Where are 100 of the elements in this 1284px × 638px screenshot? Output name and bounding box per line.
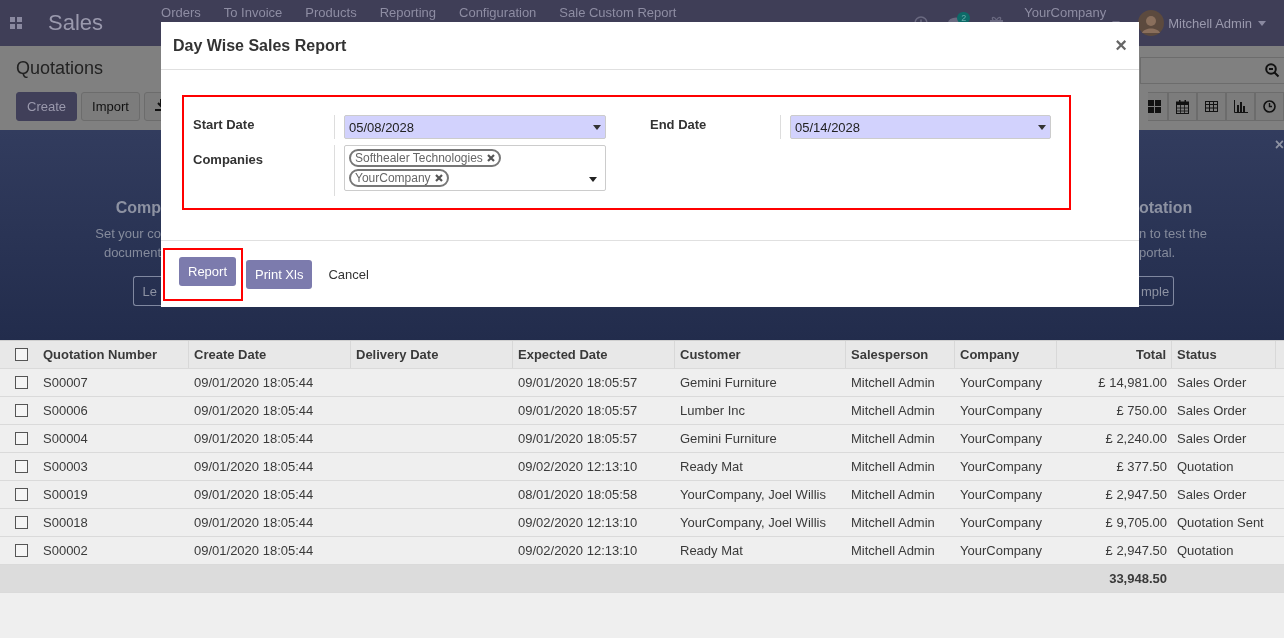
table-cell-text: £ 750.00 <box>1115 402 1168 420</box>
table-cell-text: Gemini Furniture <box>679 374 778 392</box>
dialog-button[interactable]: Print Xls <box>246 259 313 289</box>
table-cell-text: 09/01/2020 18:05:57 <box>517 402 639 420</box>
create-button[interactable]: Create <box>16 92 78 121</box>
total-sum: 33,948.50 <box>1108 570 1168 588</box>
field-label: Companies <box>184 145 335 196</box>
menu-item[interactable]: Orders <box>161 5 201 20</box>
caret-icon <box>589 177 597 182</box>
table-cell-text: Sales Order <box>1176 430 1248 448</box>
table-cell-text: S00006 <box>42 402 89 420</box>
menu-item[interactable]: To Invoice <box>223 5 283 20</box>
table-cell-text: 09/01/2020 18:05:57 <box>517 374 639 392</box>
import-button[interactable]: Import <box>81 92 140 121</box>
company-switcher[interactable]: YourCompany <box>1024 5 1107 20</box>
row-checkbox[interactable] <box>15 516 28 529</box>
select-all-checkbox[interactable] <box>15 348 28 361</box>
table-cell-text: 09/02/2020 12:13:10 <box>517 514 639 532</box>
table-cell-text: YourCompany <box>959 458 1043 476</box>
calendar-view-button[interactable] <box>1168 92 1197 121</box>
menu-item[interactable]: Sale Custom Report <box>559 5 677 20</box>
menu-item[interactable]: Products <box>305 5 357 20</box>
companies-field[interactable]: Softhealer Technologies YourCompany <box>344 145 606 191</box>
table-cell-text: S00003 <box>42 458 89 476</box>
column-header[interactable]: Status <box>1172 341 1276 368</box>
company-tag[interactable]: YourCompany <box>349 169 449 187</box>
column-header[interactable]: Salesperson <box>846 341 955 368</box>
search-icon[interactable] <box>1265 63 1280 78</box>
column-header[interactable]: Company <box>955 341 1057 368</box>
table-cell-text: 09/01/2020 18:05:44 <box>193 542 315 560</box>
table-cell-text: £ 377.50 <box>1115 458 1168 476</box>
message-count-badge: 2 <box>957 11 971 24</box>
table-cell-text: £ 2,240.00 <box>1104 430 1168 448</box>
user-menu[interactable]: Mitchell Admin <box>1168 15 1252 31</box>
column-header[interactable]: Customer <box>675 341 846 368</box>
table-cell-text: 09/01/2020 18:05:44 <box>193 430 315 448</box>
table-cell-text: 09/01/2020 18:05:44 <box>193 374 315 392</box>
table-cell-text: Ready Mat <box>679 542 744 560</box>
table-cell-text: Gemini Furniture <box>679 430 778 448</box>
table-icon <box>1205 101 1218 112</box>
row-checkbox[interactable] <box>15 376 28 389</box>
table-cell-text: 09/01/2020 18:05:44 <box>193 402 315 420</box>
row-checkbox[interactable] <box>15 488 28 501</box>
app-title: Sales <box>48 10 104 36</box>
clock-icon <box>1263 100 1276 113</box>
column-header[interactable]: Delivery Date <box>351 341 513 368</box>
field-label: Start Date <box>184 115 335 139</box>
table-cell-text: S00007 <box>42 374 89 392</box>
table-cell-text: 09/01/2020 18:05:44 <box>193 458 315 476</box>
table-cell-text: YourCompany <box>959 514 1043 532</box>
remove-icon[interactable] <box>486 154 495 162</box>
table-cell-text: YourCompany <box>959 542 1043 560</box>
table-cell-text: Mitchell Admin <box>850 402 936 420</box>
table-cell-text: 09/01/2020 18:05:44 <box>193 514 315 532</box>
menu-item[interactable]: Configuration <box>459 5 537 20</box>
step-description: n to test the <box>1139 225 1207 243</box>
apps-grid-icon[interactable] <box>10 17 22 29</box>
table-cell-text: 09/02/2020 12:13:10 <box>517 458 639 476</box>
table-cell-text: Sales Order <box>1176 486 1248 504</box>
dialog-title: Day Wise Sales Report <box>173 36 347 55</box>
table-cell-text: Mitchell Admin <box>850 514 936 532</box>
step-title: otation <box>1139 199 1193 218</box>
chart-view-button[interactable] <box>1226 92 1255 121</box>
row-checkbox[interactable] <box>15 460 28 473</box>
table-cell-text: Sales Order <box>1176 402 1248 420</box>
activity-view-button[interactable] <box>1255 92 1284 121</box>
row-checkbox[interactable] <box>15 432 28 445</box>
step-description: portal. <box>1139 244 1176 262</box>
table-cell-text: 09/01/2020 18:05:57 <box>517 430 639 448</box>
start-date-field[interactable]: 05/08/2028 <box>344 115 606 139</box>
row-checkbox[interactable] <box>15 404 28 417</box>
remove-icon[interactable] <box>434 174 443 182</box>
column-header[interactable]: Expected Date <box>513 341 675 368</box>
company-tag[interactable]: Softhealer Technologies <box>349 149 501 167</box>
caret-icon <box>1258 20 1266 26</box>
table-cell-text: Quotation Sent <box>1176 514 1265 532</box>
table-cell-text: Sales Order <box>1176 374 1248 392</box>
menu-item[interactable]: Reporting <box>379 5 436 20</box>
table-cell-text: Quotation <box>1176 542 1235 560</box>
close-banner-button[interactable]: × <box>1274 136 1284 154</box>
grid-icon <box>1148 100 1161 113</box>
dialog-button[interactable]: Report <box>179 256 237 286</box>
kanban-view-button[interactable] <box>1148 92 1168 121</box>
table-cell-text: £ 9,705.00 <box>1104 514 1168 532</box>
close-button[interactable]: × <box>1115 34 1127 57</box>
column-header[interactable]: Create Date <box>189 341 351 368</box>
end-date-field[interactable]: 05/14/2028 <box>790 115 1051 139</box>
row-checkbox[interactable] <box>15 544 28 557</box>
cancel-button[interactable]: Cancel <box>315 259 382 289</box>
step-title: Comp <box>115 199 161 218</box>
table-cell-text: Mitchell Admin <box>850 542 936 560</box>
table-cell-text: 09/01/2020 18:05:44 <box>193 486 315 504</box>
table-view-button[interactable] <box>1197 92 1226 121</box>
step-description: document <box>103 244 161 262</box>
table-cell-text: S00018 <box>42 514 89 532</box>
table-cell-text: YourCompany, Joel Willis <box>679 514 827 532</box>
column-header[interactable]: Quotation Number <box>38 341 189 368</box>
search-field[interactable] <box>1140 57 1284 84</box>
table-cell-text: Mitchell Admin <box>850 486 936 504</box>
column-header[interactable]: Total <box>1057 341 1172 368</box>
